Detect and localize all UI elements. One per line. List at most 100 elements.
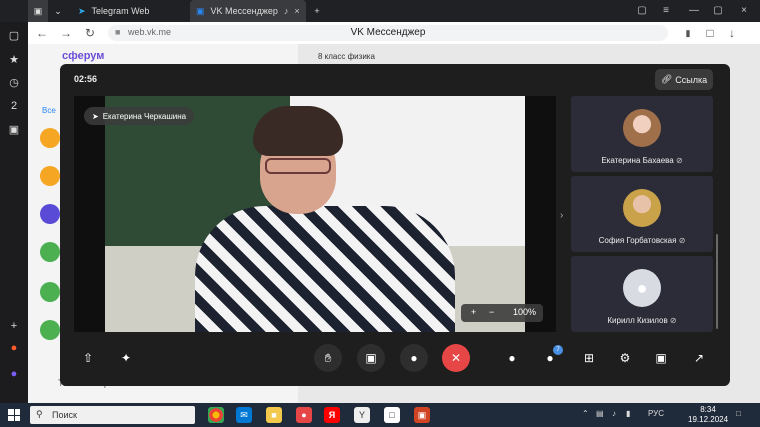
speaker-person: [195, 106, 455, 332]
network-icon: ▤: [596, 409, 604, 418]
screenshot-icon[interactable]: ▣: [6, 122, 22, 138]
presentation-icon[interactable]: ▣: [414, 407, 430, 423]
upload-icon: ⇧: [82, 351, 94, 365]
system-clock[interactable]: 8:34 19.12.2024: [688, 405, 728, 425]
page-title: VK Мессенджер: [350, 27, 426, 38]
chat-avatar[interactable]: [40, 128, 60, 148]
reload-button[interactable]: ↻: [82, 25, 98, 41]
participant-avatar: [623, 189, 661, 227]
windows-start-icon[interactable]: [8, 409, 20, 421]
tab-label: Telegram Web: [91, 6, 150, 16]
microphone-button[interactable]: ●: [400, 344, 428, 372]
layout-grid-button[interactable]: ⊞: [575, 344, 603, 372]
chevron-down-icon: ⌄: [54, 5, 62, 16]
close-icon: ✕: [450, 351, 462, 365]
tab-counter-icon[interactable]: 2: [6, 98, 22, 114]
add-panel-icon[interactable]: +: [6, 318, 22, 334]
tiles-scrollbar[interactable]: [716, 234, 718, 329]
speaker-video-feed: [105, 96, 525, 332]
chat-icon: ●: [508, 351, 516, 365]
bookmark-icon[interactable]: ▢: [634, 3, 650, 19]
speaker-icon[interactable]: ♪: [284, 6, 289, 16]
chat-avatar[interactable]: [40, 166, 60, 186]
participants-count-badge: 7: [553, 345, 563, 355]
chat-avatar[interactable]: [40, 282, 60, 302]
call-window: 02:56 🔗︎ Ссылка ➤ Екатерина Черкашина + …: [60, 64, 730, 386]
participants-button[interactable]: ● 7: [536, 344, 564, 372]
forward-button[interactable]: →: [58, 25, 74, 41]
window-close-button[interactable]: ×: [736, 3, 752, 19]
hand-icon: ✋︎: [324, 350, 332, 365]
yandex-music-icon[interactable]: ●: [296, 407, 312, 423]
tabs-dropdown[interactable]: ⌄: [50, 0, 66, 22]
zoom-control: + − 100%: [461, 304, 543, 322]
maximize-button[interactable]: ▢: [710, 3, 726, 19]
chevron-up-icon[interactable]: ⌃: [582, 409, 589, 418]
filter-tab-all[interactable]: Все: [42, 106, 56, 115]
hang-up-button[interactable]: ✕: [442, 344, 470, 372]
effects-button[interactable]: ✦: [112, 344, 140, 372]
fullscreen-button[interactable]: ↗: [685, 344, 713, 372]
alice-icon[interactable]: ●: [6, 340, 22, 356]
participant-name-row: Екатерина Бахаева ⊘: [601, 156, 683, 165]
minimize-call-button[interactable]: ▣: [647, 344, 675, 372]
volume-icon[interactable]: ♪: [612, 409, 616, 418]
zoom-level: 100%: [513, 307, 537, 317]
mail-icon[interactable]: ✉: [236, 407, 252, 423]
raise-hand-button[interactable]: ✋︎: [314, 344, 342, 372]
chrome-icon[interactable]: [208, 407, 224, 423]
settings-button[interactable]: ⚙︎: [611, 344, 639, 372]
minimize-button[interactable]: —: [686, 3, 702, 19]
document-icon[interactable]: □: [384, 407, 400, 423]
downloads-icon[interactable]: ↓: [724, 25, 740, 41]
copy-link-button[interactable]: 🔗︎ Ссылка: [655, 69, 713, 90]
window-icon: ▣: [33, 5, 43, 16]
yandex-browser-icon[interactable]: Я: [324, 407, 340, 423]
yandex-app-icon[interactable]: Y: [354, 407, 370, 423]
taskbar-search[interactable]: ⚲ Поиск: [30, 406, 195, 424]
mic-off-icon: ⊘: [669, 316, 677, 325]
history-icon[interactable]: ◷: [6, 75, 22, 91]
search-icon: ⚲: [36, 409, 43, 419]
zoom-out-button[interactable]: −: [489, 307, 494, 317]
bookmarks-icon[interactable]: ★: [6, 52, 22, 68]
zoom-in-button[interactable]: +: [471, 307, 476, 317]
chevron-right-icon[interactable]: ›: [560, 210, 563, 221]
extensions-icon[interactable]: □: [702, 25, 718, 41]
new-tab-button[interactable]: +: [310, 0, 324, 22]
collections-icon[interactable]: ▢: [6, 28, 22, 44]
tab-vk[interactable]: ▣ VK Мессенджер ♪ ×: [190, 0, 306, 22]
language-indicator[interactable]: РУС: [648, 409, 664, 418]
browser-sidebar: ● ▢ ★ ◷ 2 ▣ + ● ●: [0, 0, 28, 403]
camera-button[interactable]: ▣: [357, 344, 385, 372]
share-screen-button[interactable]: ⇧: [74, 344, 102, 372]
participant-tile[interactable]: София Горбатовская ⊘: [571, 176, 713, 252]
battery-icon: ▮: [626, 409, 631, 418]
clock-date: 19.12.2024: [688, 415, 729, 424]
menu-icon[interactable]: ≡: [658, 3, 674, 19]
vk-icon: ▣: [196, 5, 205, 16]
participant-avatar: [623, 109, 661, 147]
chat-avatar[interactable]: [40, 204, 60, 224]
chat-button[interactable]: ●: [498, 344, 526, 372]
chat-avatar[interactable]: [40, 320, 60, 340]
close-icon[interactable]: ×: [294, 6, 299, 16]
file-explorer-icon[interactable]: ■: [266, 407, 282, 423]
main-video[interactable]: ➤ Екатерина Черкашина + − 100%: [74, 96, 556, 332]
tab-switcher[interactable]: ▣: [28, 0, 48, 22]
chat-avatar[interactable]: [40, 242, 60, 262]
participant-tile[interactable]: ● Кирилл Кизилов ⊘: [571, 256, 713, 332]
picture-in-picture-icon: ▣: [655, 351, 667, 365]
windows-taskbar: ⚲ Поиск ✉ ■ ● Я Y □ ▣ ⌃ ▤ ♪ ▮ РУС 8:34 1…: [0, 403, 760, 427]
notifications-icon[interactable]: □: [736, 409, 741, 418]
expand-icon: ↗: [693, 351, 705, 365]
url-field[interactable]: ■ web.vk.me VK Мессенджер: [108, 25, 668, 41]
participant-tile[interactable]: Екатерина Бахаева ⊘: [571, 96, 713, 172]
tab-telegram[interactable]: ➤ Telegram Web: [74, 0, 182, 22]
back-button[interactable]: ←: [34, 25, 50, 41]
grid-icon: ⊞: [583, 351, 595, 365]
user-placeholder-icon: ●: [623, 269, 661, 307]
assistant-icon[interactable]: ●: [6, 366, 22, 382]
mic-off-icon: ⊘: [678, 236, 686, 245]
address-bar: ← → ↻ ■ web.vk.me VK Мессенджер ▮ □ ↓: [28, 22, 760, 44]
